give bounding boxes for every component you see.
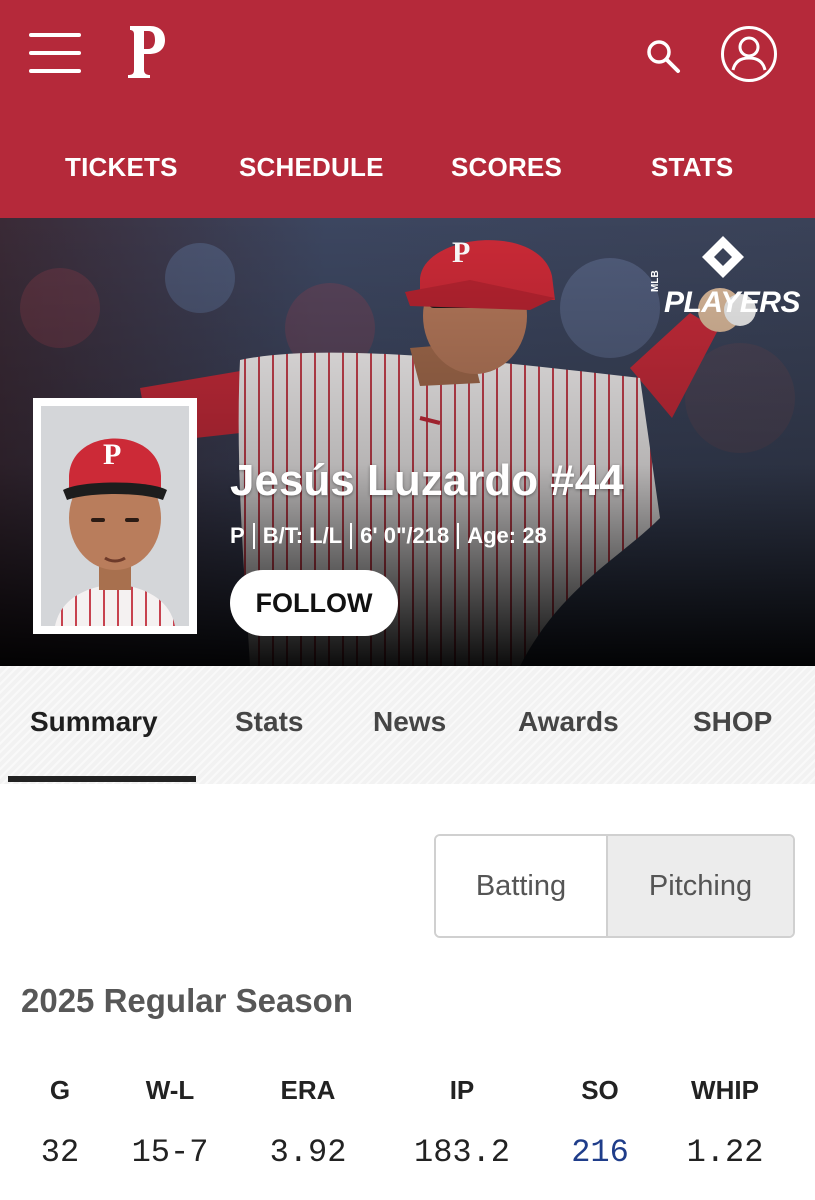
top-header: TICKETS SCHEDULE SCORES STATS [0,0,815,218]
stat-value-ip: 183.2 [413,1134,510,1171]
hamburger-menu-icon[interactable] [29,33,81,73]
player-position: P [230,523,245,548]
headshot-image: P [41,406,189,626]
player-hero: P MLB PLAYERS P [0,218,815,666]
stat-value-g: 32 [40,1134,80,1171]
stat-header-wl: W-L [145,1075,195,1105]
search-icon[interactable] [645,38,681,74]
badge-mlb: MLB [650,270,661,292]
meta-divider [457,523,460,549]
nav-scores[interactable]: SCORES [451,152,562,183]
follow-button[interactable]: FOLLOW [230,570,398,636]
phillies-logo[interactable] [124,22,168,80]
player-tabs: Summary Stats News Awards SHOP [0,666,815,784]
pitching-toggle-button[interactable]: Pitching [608,836,793,936]
meta-divider [252,523,255,549]
nav-schedule[interactable]: SCHEDULE [239,152,384,183]
active-tab-indicator [8,776,196,782]
tab-awards[interactable]: Awards [518,706,619,738]
badge-players: PLAYERS [664,286,800,319]
stat-header-era: ERA [280,1075,336,1105]
tab-stats[interactable]: Stats [235,706,303,738]
mlb-players-badge: MLB PLAYERS [650,234,800,319]
player-bio-line: P B/T: L/L 6' 0"/218 Age: 28 [230,523,547,549]
nav-stats[interactable]: STATS [651,152,733,183]
player-name: Jesús Luzardo #44 [230,456,624,505]
tab-summary[interactable]: Summary [30,706,158,738]
meta-divider [350,523,353,549]
svg-text:P: P [103,438,121,471]
stat-header-whip: WHIP [691,1075,759,1105]
player-age: Age: 28 [467,523,547,548]
tab-shop[interactable]: SHOP [693,706,772,738]
stat-type-toggle: Batting Pitching [434,834,795,938]
nav-tickets[interactable]: TICKETS [65,152,178,183]
stat-value-so-link[interactable]: 216 [555,1134,645,1171]
top-nav: TICKETS SCHEDULE SCORES STATS [0,140,815,196]
stat-value-whip: 1.22 [686,1134,764,1171]
tab-news[interactable]: News [373,706,446,738]
stat-value-era: 3.92 [269,1134,347,1171]
stat-header-ip: IP [449,1075,475,1105]
stat-header-so: SO [581,1075,619,1105]
user-account-icon[interactable] [720,25,778,83]
player-headshot: P [33,398,197,634]
mlbpa-diamond-icon [702,236,744,278]
batting-toggle-button[interactable]: Batting [436,836,608,936]
season-title: 2025 Regular Season [21,982,353,1019]
stat-value-wl: 15-7 [131,1134,209,1171]
player-height-weight: 6' 0"/218 [360,523,450,548]
stat-header-g: G [49,1075,71,1105]
player-bats-throws: B/T: L/L [262,523,343,548]
